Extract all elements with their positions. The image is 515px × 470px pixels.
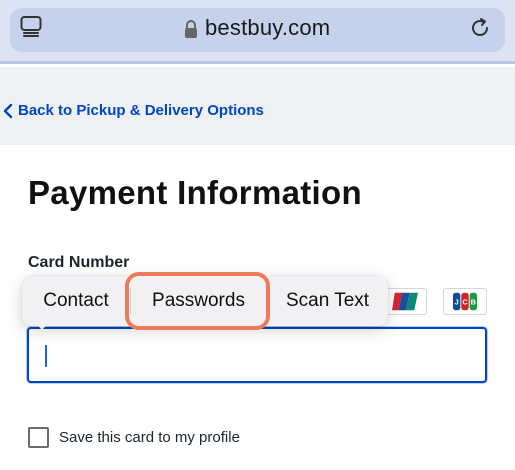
lock-icon	[185, 20, 197, 38]
browser-toolbar: bestbuy.com	[0, 0, 515, 64]
menu-pointer	[34, 321, 50, 330]
jcb-logo: J C B	[443, 288, 487, 315]
card-number-input[interactable]	[27, 327, 487, 383]
save-card-checkbox[interactable]	[28, 427, 49, 448]
svg-text:C: C	[462, 298, 468, 307]
page-title: Payment Information	[28, 174, 362, 211]
tabs-icon[interactable]	[20, 15, 42, 37]
save-card-label: Save this card to my profile	[59, 429, 240, 446]
card-number-label: Card Number	[28, 254, 130, 271]
unionpay-logo	[383, 288, 427, 315]
svg-text:B: B	[471, 298, 476, 307]
passwords-highlight-ring	[125, 272, 270, 330]
back-link[interactable]: Back to Pickup & Delivery Options	[2, 102, 264, 119]
menu-item-contact[interactable]: Contact	[22, 276, 130, 326]
url-text[interactable]: bestbuy.com	[205, 15, 330, 41]
save-card-option[interactable]: Save this card to my profile	[28, 427, 240, 448]
back-link-label: Back to Pickup & Delivery Options	[18, 102, 264, 119]
chevron-left-icon	[3, 103, 13, 118]
menu-item-scan-text[interactable]: Scan Text	[267, 276, 388, 326]
reload-icon[interactable]	[468, 16, 492, 40]
svg-text:J: J	[455, 298, 459, 307]
text-caret	[45, 345, 47, 367]
